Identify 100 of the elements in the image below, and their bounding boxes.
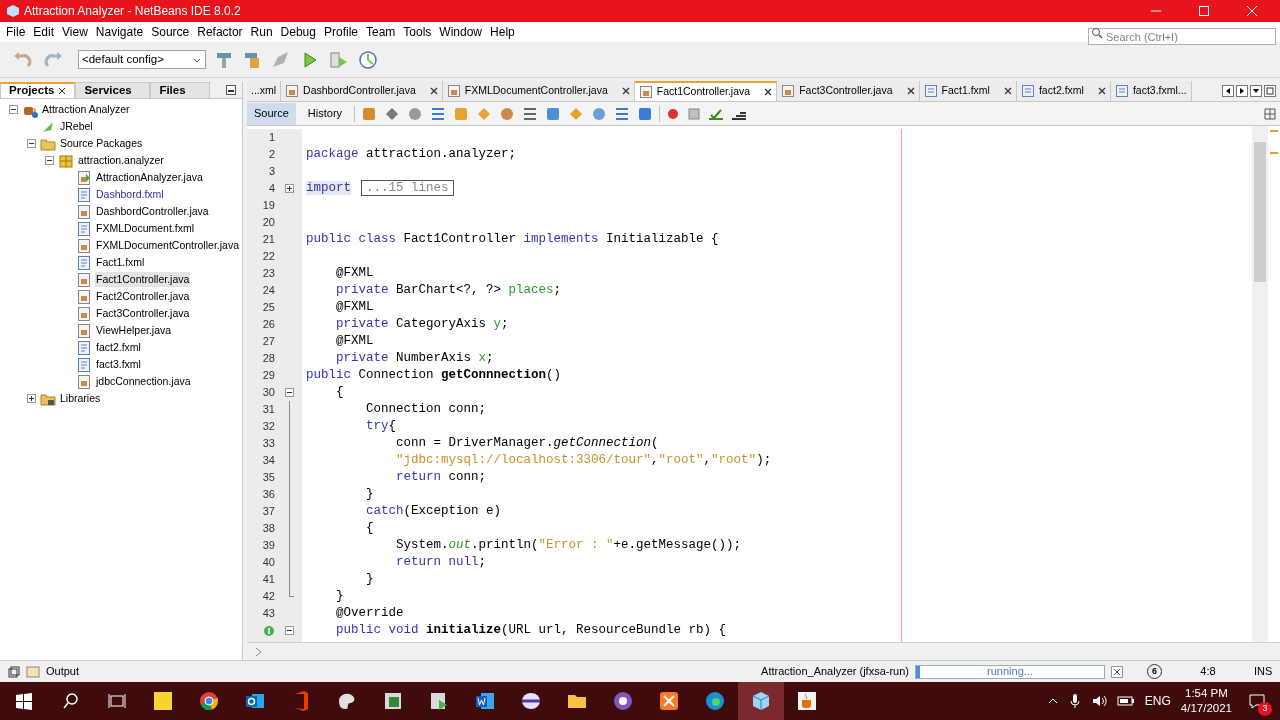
close-icon[interactable]: [906, 87, 915, 95]
tree-item[interactable]: Attraction Analyzer: [41, 101, 131, 118]
notification-icon[interactable]: [1248, 692, 1266, 710]
editor-tab[interactable]: fact3.fxml...: [1110, 81, 1192, 101]
panel-tab[interactable]: Projects: [0, 82, 76, 99]
language-indicator[interactable]: ENG: [1144, 692, 1171, 710]
line-number: 1: [268, 130, 275, 146]
code-line: catch(Exception e): [365, 503, 502, 520]
close-icon[interactable]: [429, 87, 438, 95]
clock-date[interactable]: 4/17/2021: [1180, 701, 1232, 716]
collapse-toggle[interactable]: [284, 388, 294, 397]
menu-item[interactable]: Run: [246, 23, 277, 41]
menu-item[interactable]: Edit: [29, 23, 59, 41]
line-number: 34: [262, 453, 275, 469]
output-tab[interactable]: Output: [46, 663, 80, 680]
panel-tab[interactable]: Files: [150, 82, 211, 99]
restore-icon[interactable]: [1264, 85, 1276, 97]
view-tab[interactable]: History: [300, 102, 350, 125]
menu-item[interactable]: Profile: [320, 23, 362, 41]
tree-item[interactable]: DashbordController.java: [95, 203, 210, 220]
tree-item[interactable]: attraction.analyzer: [77, 152, 165, 169]
search-field[interactable]: Search (Ctrl+I): [1088, 28, 1276, 45]
collapse-toggle[interactable]: [26, 139, 36, 148]
java-file-icon: [76, 373, 92, 390]
close-icon[interactable]: [764, 88, 773, 96]
menu-item[interactable]: File: [2, 23, 30, 41]
line-number: 27: [262, 334, 275, 350]
editor-tab[interactable]: ...xml: [247, 81, 282, 101]
editor-tab[interactable]: fact2.fxml: [1016, 81, 1111, 101]
line-number: 32: [262, 419, 275, 435]
collapse-toggle[interactable]: [284, 626, 294, 635]
collapse-toggle[interactable]: [44, 156, 54, 165]
scrollbar[interactable]: [1252, 126, 1268, 642]
code-line: @FXML: [335, 265, 374, 282]
tree-item[interactable]: FXMLDocument.fxml: [95, 220, 196, 237]
tree-item[interactable]: ViewHelper.java: [95, 322, 173, 339]
tree-item[interactable]: jdbcConnection.java: [95, 373, 192, 390]
dropdown-icon[interactable]: [1250, 85, 1262, 97]
line-number: 4: [268, 181, 275, 197]
line-number: 2: [268, 147, 275, 163]
editor-tab[interactable]: Fact1Controller.java: [634, 81, 778, 101]
task-view-icon[interactable]: [108, 692, 126, 710]
menu-item[interactable]: Team: [362, 23, 400, 41]
fxml-file-icon: [76, 356, 92, 373]
tree-item[interactable]: JRebel: [59, 118, 94, 135]
config-dropdown[interactable]: <default config>: [78, 50, 206, 69]
menu-item[interactable]: Help: [486, 23, 519, 41]
menu-item[interactable]: Refactor: [193, 23, 247, 41]
menu-item[interactable]: Debug: [276, 23, 320, 41]
menu-item[interactable]: View: [58, 23, 92, 41]
expand-toggle[interactable]: [26, 394, 36, 403]
tree-item[interactable]: Fact2Controller.java: [95, 288, 191, 305]
edge-browser-icon[interactable]: [703, 689, 727, 713]
speaker-icon[interactable]: [1090, 693, 1107, 709]
microphone-icon[interactable]: [1068, 693, 1081, 709]
code-line: @FXML: [335, 299, 374, 316]
expand-toggle[interactable]: [284, 184, 294, 193]
menu-item[interactable]: Tools: [399, 23, 436, 41]
menu-item[interactable]: Source: [147, 23, 194, 41]
tree-item[interactable]: fact3.fxml: [95, 356, 142, 373]
editor-tab[interactable]: Fact1.fxml: [919, 81, 1017, 101]
tree-item[interactable]: Dashbord.fxml: [95, 186, 165, 203]
menu-item[interactable]: Window: [435, 23, 487, 41]
collapse-toggle[interactable]: [8, 105, 18, 114]
menu-item[interactable]: Navigate: [91, 23, 148, 41]
clock-time[interactable]: 1:54 PM: [1185, 686, 1228, 701]
panel-tab[interactable]: Services: [75, 82, 151, 99]
view-tab[interactable]: Source: [247, 102, 296, 125]
tree-item[interactable]: fact2.fxml: [95, 339, 142, 356]
gauge-icon[interactable]: [358, 49, 380, 70]
close-icon[interactable]: [1111, 665, 1123, 678]
close-icon[interactable]: [1003, 87, 1012, 95]
close-icon[interactable]: [1097, 87, 1106, 95]
horizontal-scrollbar[interactable]: [247, 642, 1280, 660]
xampp-icon[interactable]: [657, 689, 681, 713]
minimize-icon[interactable]: [226, 85, 236, 95]
editor-tab[interactable]: Fact3Controller.java: [777, 81, 920, 101]
code-line: private BarChart<?, ?> places;: [335, 282, 562, 299]
java-file-icon: [781, 84, 796, 98]
code-line: @FXML: [335, 333, 374, 350]
editor-tab[interactable]: DashbordController.java: [281, 81, 443, 101]
line-number: 28: [262, 351, 275, 367]
close-icon[interactable]: [58, 87, 67, 95]
windows-logo-icon[interactable]: [15, 692, 33, 710]
tree-item[interactable]: Source Packages: [59, 135, 144, 152]
split-icon[interactable]: [1264, 107, 1276, 120]
battery-icon[interactable]: [1116, 695, 1135, 707]
tree-item[interactable]: Fact1.fxml: [95, 254, 146, 271]
tree-item[interactable]: FXMLDocumentController.java: [95, 237, 240, 254]
browser-icon[interactable]: [197, 689, 221, 713]
tree-item[interactable]: AttractionAnalyzer.java: [95, 169, 204, 186]
tree-item[interactable]: Fact1Controller.java: [95, 271, 191, 288]
package-icon: [58, 152, 74, 169]
tree-item[interactable]: Fact3Controller.java: [95, 305, 191, 322]
code-line: "jdbc:mysql://localhost:3306/tour","root","root");: [395, 452, 772, 469]
line-number: 38: [262, 521, 275, 537]
tree-item[interactable]: Libraries: [59, 390, 102, 407]
sticky-note-icon[interactable]: [151, 689, 175, 713]
editor-tab[interactable]: FXMLDocumentController.java: [442, 81, 635, 101]
close-icon[interactable]: [621, 87, 630, 95]
